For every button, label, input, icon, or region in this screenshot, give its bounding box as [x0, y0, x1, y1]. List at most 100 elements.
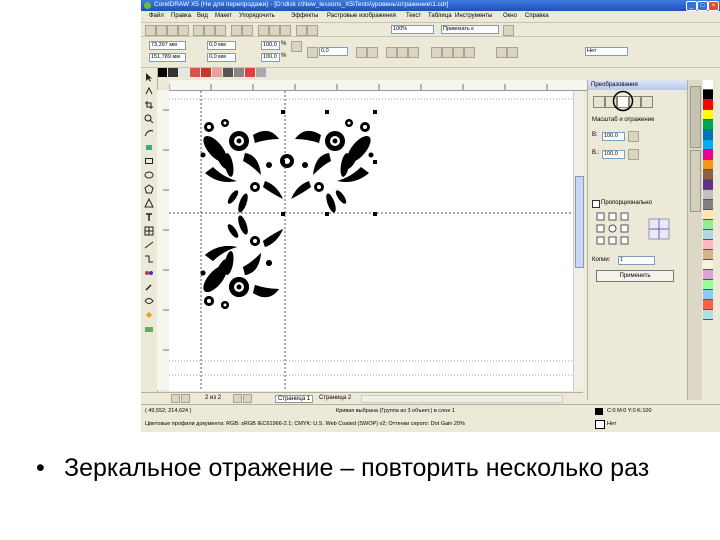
- options-icon[interactable]: [503, 25, 514, 36]
- width-field[interactable]: 0,0 мм: [207, 41, 236, 50]
- palette-swatch[interactable]: [703, 130, 713, 140]
- mirror-h-button[interactable]: [628, 131, 639, 142]
- docker-tab-transform[interactable]: [690, 86, 701, 148]
- group-icon[interactable]: [386, 47, 397, 58]
- next-page-icon[interactable]: [233, 394, 242, 403]
- blend-tool-icon[interactable]: [144, 268, 154, 278]
- menu-bitmaps[interactable]: Растровые изображения: [327, 13, 396, 19]
- vertical-scroll-thumb[interactable]: [575, 176, 584, 268]
- paste-icon[interactable]: [215, 25, 226, 36]
- last-page-icon[interactable]: [243, 394, 252, 403]
- cut-icon[interactable]: [193, 25, 204, 36]
- outline-tool-icon[interactable]: [144, 296, 154, 306]
- freehand-tool-icon[interactable]: [144, 128, 154, 138]
- connector-tool-icon[interactable]: [144, 254, 154, 264]
- minimize-button[interactable]: _: [686, 1, 697, 11]
- palette-swatch[interactable]: [703, 150, 713, 160]
- to-back-icon[interactable]: [507, 47, 518, 58]
- apply-button[interactable]: Применить: [596, 270, 674, 282]
- palette-swatch[interactable]: [703, 250, 713, 260]
- palette-swatch[interactable]: [703, 140, 713, 150]
- new-icon[interactable]: [145, 25, 156, 36]
- palette-swatch[interactable]: [703, 280, 713, 290]
- palette-swatch[interactable]: [703, 80, 713, 90]
- shape-tool-icon[interactable]: [144, 86, 154, 96]
- scale-x-field[interactable]: 100,0: [261, 41, 280, 50]
- palette-swatch[interactable]: [703, 210, 713, 220]
- fill-tool-icon[interactable]: [144, 310, 154, 320]
- open-icon[interactable]: [156, 25, 167, 36]
- menu-view[interactable]: Вид: [197, 13, 208, 19]
- width-scale-field[interactable]: 100,0: [602, 132, 625, 141]
- palette-swatch[interactable]: [703, 270, 713, 280]
- menu-edit[interactable]: Правка: [171, 13, 191, 19]
- menu-table[interactable]: Таблица: [428, 13, 452, 19]
- undo-icon[interactable]: [231, 25, 242, 36]
- docker-tab-object[interactable]: [690, 150, 701, 212]
- table-tool-icon[interactable]: [144, 226, 154, 236]
- search-icon[interactable]: [258, 25, 269, 36]
- vertical-scrollbar[interactable]: [573, 91, 584, 391]
- menu-text[interactable]: Текст: [406, 13, 421, 19]
- palette-swatch[interactable]: [703, 100, 713, 110]
- horizontal-scrollbar[interactable]: [361, 395, 563, 403]
- import-icon[interactable]: [269, 25, 280, 36]
- zoom-tool-icon[interactable]: [144, 114, 154, 124]
- pick-tool-icon[interactable]: [144, 72, 154, 82]
- copies-field[interactable]: 1: [618, 256, 655, 265]
- palette-swatch[interactable]: [703, 120, 713, 130]
- skew-icon[interactable]: [641, 96, 653, 108]
- angle-field[interactable]: 0,0: [319, 47, 348, 56]
- menu-window[interactable]: Окно: [503, 13, 517, 19]
- proportional-checkbox[interactable]: [592, 200, 600, 208]
- palette-swatch[interactable]: [703, 90, 713, 100]
- smart-fill-tool-icon[interactable]: [144, 142, 154, 152]
- palette-swatch[interactable]: [703, 240, 713, 250]
- text-tool-icon[interactable]: [144, 212, 154, 222]
- redo-icon[interactable]: [242, 25, 253, 36]
- mirror-horizontal-icon[interactable]: [356, 47, 367, 58]
- x-position-field[interactable]: 73,397 мм: [149, 41, 186, 50]
- palette-swatch[interactable]: [703, 300, 713, 310]
- outline-width-select[interactable]: Нет: [585, 47, 628, 56]
- height-field[interactable]: 0,0 мм: [207, 53, 236, 62]
- palette-swatch[interactable]: [703, 170, 713, 180]
- ungroup-icon[interactable]: [397, 47, 408, 58]
- height-scale-field[interactable]: 100,0: [602, 150, 625, 159]
- welcome-icon[interactable]: [307, 25, 318, 36]
- menu-file[interactable]: Файл: [149, 13, 164, 19]
- first-page-icon[interactable]: [171, 394, 180, 403]
- rectangle-tool-icon[interactable]: [144, 156, 154, 166]
- ungroup-all-icon[interactable]: [408, 47, 419, 58]
- print-icon[interactable]: [178, 25, 189, 36]
- intersect-icon[interactable]: [453, 47, 464, 58]
- page-tab-2[interactable]: Страница 2: [317, 395, 353, 401]
- eyedropper-tool-icon[interactable]: [144, 282, 154, 292]
- anchor-point-grid[interactable]: [596, 212, 636, 246]
- weld-icon[interactable]: [431, 47, 442, 58]
- palette-swatch[interactable]: [703, 160, 713, 170]
- basic-shapes-tool-icon[interactable]: [144, 197, 154, 208]
- mirror-v-button[interactable]: [628, 149, 639, 160]
- prev-page-icon[interactable]: [181, 394, 190, 403]
- interactive-fill-tool-icon[interactable]: [144, 324, 154, 334]
- close-button[interactable]: ×: [708, 1, 719, 11]
- palette-swatch[interactable]: [703, 260, 713, 270]
- menu-layout[interactable]: Макет: [215, 13, 232, 19]
- drawing-canvas[interactable]: ×: [169, 91, 582, 391]
- palette-swatch[interactable]: [703, 220, 713, 230]
- maximize-button[interactable]: □: [697, 1, 708, 11]
- lock-ratio-icon[interactable]: [291, 41, 302, 52]
- rotate-icon[interactable]: [307, 47, 318, 58]
- crop-tool-icon[interactable]: [144, 100, 154, 110]
- menu-tools[interactable]: Инструменты: [455, 13, 492, 19]
- dimension-tool-icon[interactable]: [144, 240, 154, 250]
- y-position-field[interactable]: 151,789 мм: [149, 53, 186, 62]
- export-icon[interactable]: [280, 25, 291, 36]
- copy-icon[interactable]: [204, 25, 215, 36]
- menu-help[interactable]: Справка: [525, 13, 549, 19]
- ellipse-tool-icon[interactable]: [144, 170, 154, 180]
- palette-swatch[interactable]: [703, 200, 713, 210]
- palette-swatch[interactable]: [703, 310, 713, 320]
- menu-arrange[interactable]: Упорядочить: [239, 13, 275, 19]
